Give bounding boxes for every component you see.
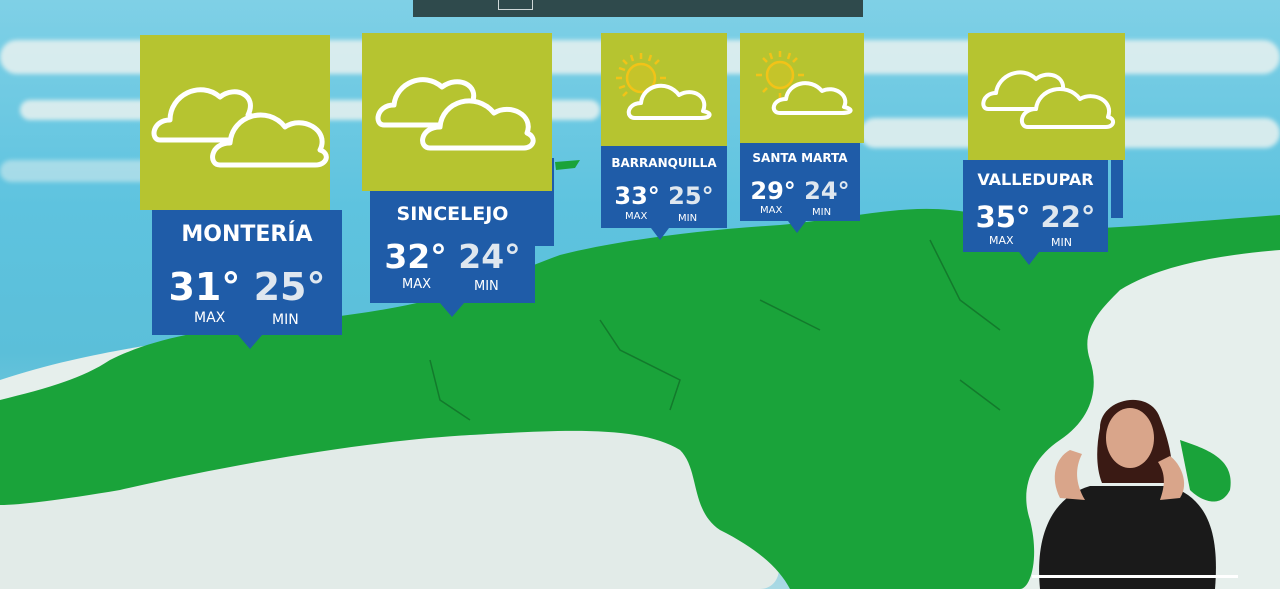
max-label: MAX xyxy=(625,211,648,222)
card-pointer xyxy=(238,335,262,349)
max-label: MAX xyxy=(760,205,783,216)
top-caption-bar xyxy=(413,0,863,17)
weather-map-scene: MONTERÍA 31° 25° MAX MIN SINCELEJO 32° 2… xyxy=(0,0,1280,589)
temperature-row: 32° 24° xyxy=(370,237,535,276)
temperature-row: 29° 24° xyxy=(740,177,860,205)
city-name: SANTA MARTA xyxy=(752,151,848,165)
forecast-card: SINCELEJO 32° 24° MAX MIN xyxy=(362,33,554,323)
max-label: MAX xyxy=(989,234,1014,247)
max-temp: 31° xyxy=(168,265,241,309)
min-temp: 25° xyxy=(668,182,714,210)
min-temp: 24° xyxy=(458,237,521,276)
min-label: MIN xyxy=(678,213,698,224)
max-temp: 35° xyxy=(975,200,1031,234)
max-label: MAX xyxy=(194,310,226,326)
min-label: MIN xyxy=(1051,236,1072,249)
forecast-card: BARRANQUILLA 33° 25° MAX MIN xyxy=(601,33,727,245)
max-temp: 33° xyxy=(614,182,660,210)
cloudy-icon xyxy=(981,70,1115,129)
card-info-panel: MONTERÍA 31° 25° MAX MIN xyxy=(152,210,342,335)
card-pointer xyxy=(651,228,669,240)
cloudy-icon xyxy=(375,77,536,151)
card-pointer xyxy=(788,221,806,233)
city-name: SINCELEJO xyxy=(396,203,509,225)
city-name: BARRANQUILLA xyxy=(611,156,717,170)
max-temp: 32° xyxy=(384,237,447,276)
temperature-row: 31° 25° xyxy=(152,265,342,309)
card-pointer xyxy=(1019,252,1039,265)
min-label: MIN xyxy=(812,207,832,218)
partly-sunny-icon xyxy=(616,53,712,120)
city-name: VALLEDUPAR xyxy=(977,170,1094,189)
island xyxy=(555,160,580,170)
card-pointer xyxy=(440,303,464,317)
card-info-panel: VALLEDUPAR 35° 22° MAX MIN xyxy=(963,160,1108,252)
max-temp: 29° xyxy=(750,177,796,205)
max-label: MAX xyxy=(402,277,432,292)
min-temp: 22° xyxy=(1040,200,1096,234)
forecast-card: MONTERÍA 31° 25° MAX MIN xyxy=(140,35,342,355)
sign-language-interpreter xyxy=(1039,399,1216,589)
min-temp: 25° xyxy=(253,265,326,309)
forecast-card: VALLEDUPAR 35° 22° MAX MIN xyxy=(963,33,1125,268)
partly-sunny-icon xyxy=(756,51,853,115)
min-label: MIN xyxy=(272,312,299,328)
temperature-row: 33° 25° xyxy=(601,182,727,210)
card-info-panel: SINCELEJO 32° 24° MAX MIN xyxy=(370,191,535,303)
city-name: MONTERÍA xyxy=(181,222,313,247)
temperature-row: 35° 22° xyxy=(963,200,1108,234)
cloudy-icon xyxy=(151,87,329,168)
card-info-panel: SANTA MARTA 29° 24° MAX MIN xyxy=(740,143,860,221)
min-label: MIN xyxy=(474,279,499,294)
min-temp: 24° xyxy=(804,177,850,205)
interpreter-frame-line xyxy=(1032,575,1238,578)
caption-box xyxy=(498,0,533,10)
forecast-card: SANTA MARTA 29° 24° MAX MIN xyxy=(740,33,864,238)
card-info-panel: BARRANQUILLA 33° 25° MAX MIN xyxy=(601,146,727,228)
